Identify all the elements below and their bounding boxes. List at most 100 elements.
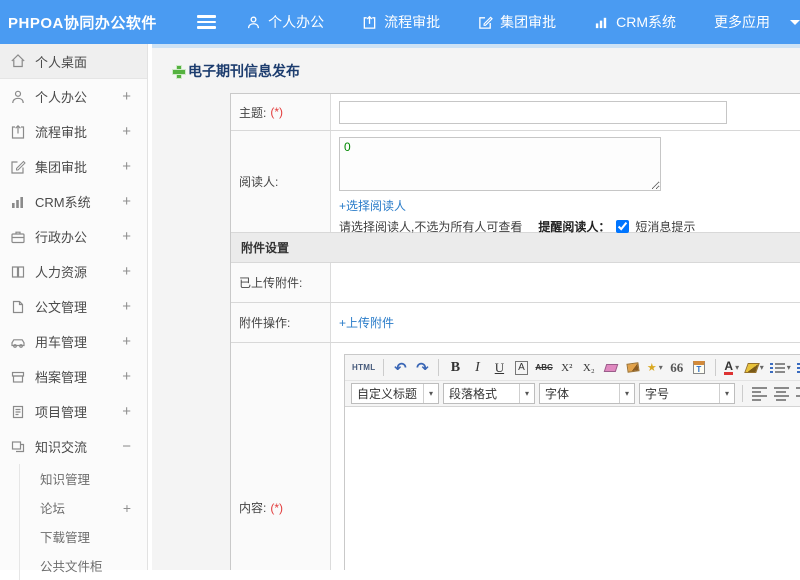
sidebar-item-group-approval[interactable]: 集团审批 + xyxy=(0,149,147,184)
archive-icon xyxy=(10,369,26,385)
underline-button[interactable]: U xyxy=(489,357,509,378)
sidebar-item-label: 论坛 xyxy=(40,498,65,517)
expand-plus-icon[interactable]: + xyxy=(122,368,131,385)
sidebar-item-label: 知识交流 xyxy=(35,437,87,456)
strikethrough-button[interactable]: ABC xyxy=(533,357,554,378)
uploaded-attachments-value xyxy=(331,263,800,302)
readers-row: 阅读人: 0 +选择阅读人 请选择阅读人,不选为所有人可查看 提醒阅读人： 短消… xyxy=(231,131,800,233)
align-right-icon[interactable] xyxy=(793,383,800,404)
sidebar-item-personal-office[interactable]: 个人办公 + xyxy=(0,79,147,114)
sidebar-item-crm[interactable]: CRM系统 + xyxy=(0,184,147,219)
expand-plus-icon[interactable]: + xyxy=(122,193,131,210)
sidebar-item-archive-mgmt[interactable]: 档案管理 + xyxy=(0,359,147,394)
sidebar-item-hr[interactable]: 人力资源 + xyxy=(0,254,147,289)
align-center-icon[interactable] xyxy=(771,383,791,404)
undo-icon[interactable]: ↶ xyxy=(390,357,410,378)
align-left-icon[interactable] xyxy=(749,383,769,404)
rich-text-editor: HTML ↶ ↷ B I U A ABC X² X₂ ★ xyxy=(344,354,800,570)
html-source-button[interactable]: HTML xyxy=(350,357,377,378)
unordered-list-button[interactable] xyxy=(795,357,800,378)
blockquote-button[interactable]: 66 xyxy=(667,357,687,378)
collapse-minus-icon[interactable]: − xyxy=(122,438,131,455)
topbar-nav: 个人办公 流程审批 集团审批 CRM系统 更多应用 xyxy=(246,12,800,32)
sidebar-item-label: 公文管理 xyxy=(35,297,87,316)
expand-plus-icon[interactable]: + xyxy=(122,403,131,420)
subject-row: 主题: (*) xyxy=(231,94,800,131)
sidebar-subitem-forum[interactable]: 论坛 + xyxy=(0,493,147,522)
chevron-down-icon: ▾ xyxy=(519,384,534,403)
sidebar-subitem-knowledge-mgmt[interactable]: 知识管理 xyxy=(0,464,147,493)
sidebar-item-project-mgmt[interactable]: 项目管理 + xyxy=(0,394,147,429)
edit-icon xyxy=(478,15,493,30)
nav-more-apps[interactable]: 更多应用 xyxy=(714,12,770,32)
font-size-select[interactable]: 字号▾ xyxy=(639,383,735,404)
sms-label: 短消息提示 xyxy=(635,218,695,235)
expand-plus-icon[interactable]: + xyxy=(122,158,131,175)
sidebar-subitem-download-mgmt[interactable]: 下载管理 xyxy=(0,522,147,551)
book-icon xyxy=(10,264,26,280)
custom-heading-select[interactable]: 自定义标题▾ xyxy=(351,383,439,404)
editor-content-area[interactable] xyxy=(345,407,800,570)
required-mark: (*) xyxy=(270,501,283,515)
chart-icon xyxy=(594,15,609,30)
expand-plus-icon[interactable]: + xyxy=(122,263,131,280)
subject-input[interactable] xyxy=(339,101,727,124)
readers-note: 请选择阅读人,不选为所有人可查看 提醒阅读人： 短消息提示 xyxy=(339,218,800,235)
sidebar-item-document-mgmt[interactable]: 公文管理 + xyxy=(0,289,147,324)
sidebar-item-label: 流程审批 xyxy=(35,122,87,141)
format-brush-icon[interactable] xyxy=(623,357,643,378)
expand-plus-icon[interactable]: + xyxy=(123,500,131,516)
content-top-strip xyxy=(152,44,800,48)
subscript-button[interactable]: X₂ xyxy=(579,357,599,378)
sms-checkbox[interactable] xyxy=(616,220,629,233)
chevron-down-icon: ▾ xyxy=(423,384,438,403)
expand-plus-icon[interactable]: + xyxy=(122,228,131,245)
nav-label: 更多应用 xyxy=(714,12,770,32)
home-icon xyxy=(10,53,26,69)
user-icon xyxy=(246,15,261,30)
italic-button[interactable]: I xyxy=(467,357,487,378)
ordered-list-button[interactable]: ▾ xyxy=(768,357,793,378)
expand-plus-icon[interactable]: + xyxy=(122,333,131,350)
nav-group-approval[interactable]: 集团审批 xyxy=(478,12,556,32)
paragraph-format-select[interactable]: 段落格式▾ xyxy=(443,383,535,404)
upload-attachment-link[interactable]: +上传附件 xyxy=(339,314,394,331)
briefcase-icon xyxy=(10,229,26,245)
nav-workflow-approval[interactable]: 流程审批 xyxy=(362,12,440,32)
readers-textarea[interactable]: 0 xyxy=(339,137,661,191)
highlight-color-button[interactable]: ▾ xyxy=(744,357,766,378)
sidebar-item-personal-desktop[interactable]: 个人桌面 xyxy=(0,44,147,79)
choose-readers-link[interactable]: +选择阅读人 xyxy=(339,197,406,214)
font-name-button[interactable]: A xyxy=(515,361,528,375)
bold-button[interactable]: B xyxy=(445,357,465,378)
expand-plus-icon[interactable]: + xyxy=(122,88,131,105)
paste-plain-text-icon[interactable]: T xyxy=(689,357,709,378)
sidebar-item-vehicle-mgmt[interactable]: 用车管理 + xyxy=(0,324,147,359)
redo-icon[interactable]: ↷ xyxy=(412,357,432,378)
user-icon xyxy=(10,89,26,105)
quick-format-wand-button[interactable]: ★▾ xyxy=(645,357,665,378)
expand-plus-icon[interactable]: + xyxy=(122,298,131,315)
sidebar-item-workflow-approval[interactable]: 流程审批 + xyxy=(0,114,147,149)
nav-personal-office[interactable]: 个人办公 xyxy=(246,12,324,32)
flow-icon xyxy=(10,124,26,140)
attachment-section-header: 附件设置 xyxy=(231,233,800,263)
sidebar-item-knowledge-exchange[interactable]: 知识交流 − xyxy=(0,429,147,464)
superscript-button[interactable]: X² xyxy=(557,357,577,378)
sidebar-subitem-public-cabinet[interactable]: 公共文件柜 xyxy=(0,551,147,580)
readers-hint-text: 请选择阅读人,不选为所有人可查看 xyxy=(339,218,522,235)
content-row: 内容: (*) HTML ↶ ↷ B I U A ABC xyxy=(231,343,800,570)
remove-format-eraser-icon[interactable] xyxy=(601,357,621,378)
caret-down-icon[interactable] xyxy=(790,20,800,25)
nav-crm-system[interactable]: CRM系统 xyxy=(594,12,676,32)
font-color-button[interactable]: A▾ xyxy=(722,357,742,378)
uploaded-attachments-row: 已上传附件: xyxy=(231,263,800,303)
expand-plus-icon[interactable]: + xyxy=(122,123,131,140)
font-family-select[interactable]: 字体▾ xyxy=(539,383,635,404)
publish-form: 主题: (*) 阅读人: 0 +选择阅读人 请选择阅读人,不选为所有人可查看 提… xyxy=(230,93,800,570)
attachment-ops-label: 附件操作: xyxy=(231,303,331,342)
sidebar-item-admin-office[interactable]: 行政办公 + xyxy=(0,219,147,254)
sidebar-item-label: 用车管理 xyxy=(35,332,87,351)
hamburger-menu-icon[interactable] xyxy=(197,15,216,29)
sidebar-item-label: CRM系统 xyxy=(35,192,91,211)
